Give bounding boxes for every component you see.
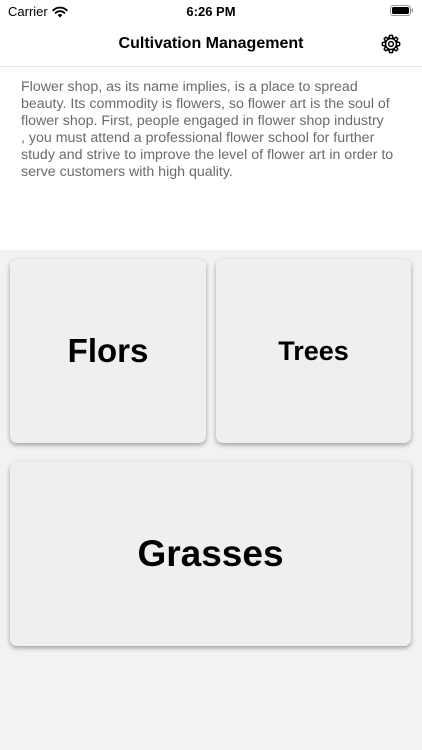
- battery-icon: [390, 5, 413, 16]
- status-time: 6:26 PM: [186, 4, 236, 19]
- gear-icon[interactable]: [380, 33, 402, 55]
- category-card-trees[interactable]: Trees: [216, 259, 411, 443]
- category-label-flors: Flors: [67, 332, 149, 369]
- category-card-flors[interactable]: Flors: [10, 259, 206, 443]
- category-label-trees: Trees: [278, 335, 349, 366]
- navigation-bar: Cultivation Management: [0, 22, 422, 67]
- status-bar: Carrier 6:26 PM: [0, 0, 422, 22]
- category-card-grasses[interactable]: Grasses: [10, 462, 411, 646]
- shop-description: Flower shop, as its name implies, is a p…: [21, 79, 394, 180]
- category-label-grasses: Grasses: [137, 533, 284, 574]
- page-title: Cultivation Management: [118, 35, 304, 52]
